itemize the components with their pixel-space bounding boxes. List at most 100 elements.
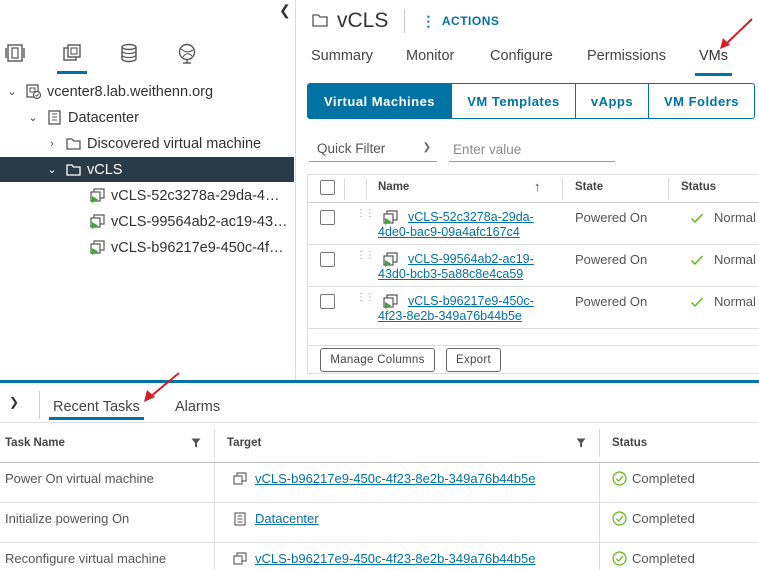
tab-permissions[interactable]: Permissions <box>587 48 666 72</box>
content-panel: vCLS ⋮ ACTIONS Summary Monitor Configure… <box>297 0 759 380</box>
vm-powered-on-icon <box>88 213 106 231</box>
tasks-table-header: Task Name Target Status <box>0 423 759 463</box>
task-target: Datacenter <box>233 511 319 526</box>
tree-item-vm[interactable]: vCLS-b96217e9-450c-4f… <box>0 235 294 260</box>
check-icon <box>691 255 704 265</box>
table-row[interactable]: Reconfigure virtual machine vCLS-b96217e… <box>0 543 759 570</box>
vms-and-templates-icon[interactable] <box>57 42 87 74</box>
column-divider <box>599 543 600 570</box>
filter-value-input[interactable] <box>449 138 615 162</box>
check-icon <box>691 213 704 223</box>
tree-item-label: vCLS <box>87 161 123 178</box>
chevron-down-icon[interactable]: ⌄ <box>46 163 58 176</box>
column-header-status[interactable]: Status <box>612 437 647 449</box>
vcenter-icon <box>24 83 42 101</box>
drag-handle-icon[interactable]: ⋮⋮ <box>356 251 375 261</box>
actions-menu-button[interactable]: ⋮ ACTIONS <box>421 13 499 30</box>
navigator-view-tabs <box>0 38 296 76</box>
storage-icon[interactable] <box>114 42 144 74</box>
column-divider <box>668 178 669 200</box>
chevron-down-icon[interactable]: ⌄ <box>27 111 39 124</box>
row-checkbox[interactable] <box>320 294 335 309</box>
filter-icon[interactable] <box>191 438 201 448</box>
table-row[interactable]: Power On virtual machine vCLS-b96217e9-4… <box>0 463 759 503</box>
networking-icon[interactable] <box>172 42 202 74</box>
tab-alarms[interactable]: Alarms <box>175 399 220 415</box>
folder-icon <box>64 135 82 153</box>
object-tabs: Summary Monitor Configure Permissions VM… <box>297 44 759 76</box>
tree-item-vcls-folder[interactable]: ⌄ vCLS <box>0 157 294 182</box>
filter-icon[interactable] <box>576 438 586 448</box>
task-name: Reconfigure virtual machine <box>5 551 167 566</box>
task-target-link[interactable]: vCLS-b96217e9-450c-4f23-8e2b-349a76b44b5… <box>255 471 535 486</box>
task-status: Completed <box>612 511 695 526</box>
subtab-vapps[interactable]: vApps <box>575 83 649 119</box>
vm-datagrid: Name ↑ State Status ⋮⋮ vCLS-52c3278a-29d… <box>307 174 759 374</box>
vm-name-link[interactable]: vCLS-b96217e9-450c-4f23-8e2b-349a76b44b5… <box>378 294 556 324</box>
vm-name-link[interactable]: vCLS-52c3278a-29da-4de0-bac9-09a4afc167c… <box>378 210 556 240</box>
tab-vms[interactable]: VMs <box>695 48 732 76</box>
column-header-state[interactable]: State <box>575 181 603 193</box>
column-header-target[interactable]: Target <box>227 437 261 449</box>
chevron-down-icon[interactable]: ❯ <box>9 395 19 409</box>
vm-name-link[interactable]: vCLS-99564ab2-ac19-43d0-bcb3-5a88c8e4ca5… <box>378 252 556 282</box>
subtab-virtual-machines[interactable]: Virtual Machines <box>307 83 452 119</box>
navigator-panel: ❮ ⌄ vcenter8.lab.weithenn.org ⌄ Datacent… <box>0 0 296 380</box>
row-checkbox[interactable] <box>320 210 335 225</box>
table-row[interactable]: ⋮⋮ vCLS-52c3278a-29da-4de0-bac9-09a4afc1… <box>308 203 759 245</box>
tree-item-vm[interactable]: vCLS-99564ab2-ac19-43… <box>0 209 294 234</box>
tab-summary[interactable]: Summary <box>311 48 373 72</box>
table-row[interactable]: Initialize powering On Datacenter Comple… <box>0 503 759 543</box>
vm-state: Powered On <box>575 294 648 309</box>
tree-item-vcenter[interactable]: ⌄ vcenter8.lab.weithenn.org <box>0 79 294 104</box>
sort-ascending-icon[interactable]: ↑ <box>534 179 541 194</box>
chevron-right-icon[interactable]: › <box>46 138 58 150</box>
vm-state: Powered On <box>575 252 648 267</box>
row-checkbox[interactable] <box>320 252 335 267</box>
select-all-checkbox[interactable] <box>320 180 335 195</box>
column-divider <box>599 429 600 457</box>
tree-item-vm[interactable]: vCLS-52c3278a-29da-4… <box>0 183 294 208</box>
drag-handle-icon[interactable]: ⋮⋮ <box>356 209 375 219</box>
divider <box>39 391 40 419</box>
tree-item-datacenter[interactable]: ⌄ Datacenter <box>0 105 294 130</box>
vm-status-label: Normal <box>714 210 756 225</box>
tree-item-label: Discovered virtual machine <box>87 135 262 152</box>
subtab-vm-templates[interactable]: VM Templates <box>451 83 576 119</box>
column-header-status[interactable]: Status <box>681 181 716 193</box>
tree-item-label: vCLS-b96217e9-450c-4f… <box>111 239 284 256</box>
tab-monitor[interactable]: Monitor <box>406 48 454 72</box>
task-status: Completed <box>612 471 695 486</box>
collapse-left-panel-icon[interactable]: ❮ <box>279 2 293 18</box>
tree-item-label: vcenter8.lab.weithenn.org <box>47 83 214 100</box>
quick-filter-value: Quick Filter <box>317 141 386 156</box>
quick-filter-select[interactable]: Quick Filter ❯ <box>309 138 437 162</box>
manage-columns-button[interactable]: Manage Columns <box>320 348 435 372</box>
task-target-link[interactable]: vCLS-b96217e9-450c-4f23-8e2b-349a76b44b5… <box>255 551 535 566</box>
column-header-task-name[interactable]: Task Name <box>5 437 65 449</box>
task-target-link[interactable]: Datacenter <box>255 511 319 526</box>
chevron-down-icon[interactable]: ⌄ <box>6 85 18 98</box>
check-icon <box>691 297 704 307</box>
vm-status: Normal <box>690 252 756 267</box>
folder-icon <box>311 11 329 32</box>
task-target: vCLS-b96217e9-450c-4f23-8e2b-349a76b44b5… <box>233 551 535 566</box>
tree-item-discovered-vm-folder[interactable]: › Discovered virtual machine <box>0 131 294 156</box>
column-divider <box>214 429 215 457</box>
folder-icon <box>64 161 82 179</box>
actions-label: ACTIONS <box>441 14 500 28</box>
page-title: vCLS <box>337 9 389 32</box>
table-row[interactable]: ⋮⋮ vCLS-b96217e9-450c-4f23-8e2b-349a76b4… <box>308 287 759 329</box>
tab-configure[interactable]: Configure <box>490 48 553 72</box>
drag-handle-icon[interactable]: ⋮⋮ <box>356 293 375 303</box>
column-divider <box>344 178 345 200</box>
export-button[interactable]: Export <box>446 348 501 372</box>
subtab-vm-folders[interactable]: VM Folders <box>648 83 755 119</box>
vm-subtabs: Virtual Machines VM Templates vApps VM F… <box>307 83 755 119</box>
more-vertical-icon: ⋮ <box>421 12 436 29</box>
tab-recent-tasks[interactable]: Recent Tasks <box>49 399 144 420</box>
table-row[interactable]: ⋮⋮ vCLS-99564ab2-ac19-43d0-bcb3-5a88c8e4… <box>308 245 759 287</box>
datacenter-icon <box>45 109 63 127</box>
hosts-and-clusters-icon[interactable] <box>0 42 30 74</box>
column-header-name[interactable]: Name <box>378 181 409 193</box>
